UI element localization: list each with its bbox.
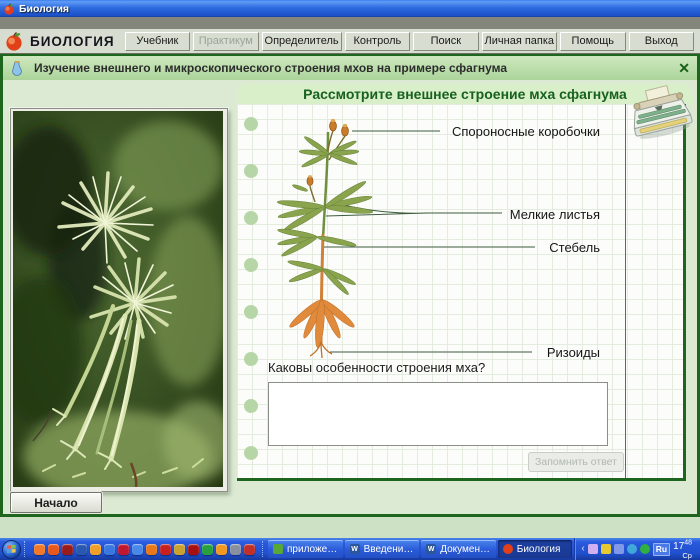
word-icon: W	[350, 544, 360, 554]
task-prilozheniya[interactable]: приложения	[268, 540, 343, 558]
lesson-header: Изучение внешнего и микроскопического ст…	[0, 54, 700, 80]
task-dokument1-word[interactable]: W Документ1 - Micro...	[421, 540, 496, 558]
quicklaunch-icon[interactable]	[90, 544, 101, 555]
menu-tabs: Учебник Практикум Определитель Контроль …	[125, 32, 694, 51]
quicklaunch-opera-icon[interactable]	[62, 544, 73, 555]
tab-poisk[interactable]: Поиск	[413, 32, 478, 51]
task-vvedenie-word[interactable]: W Введение - Micro...	[345, 540, 420, 558]
notebook-page: Спороносные коробочки Мелкие листья Стеб…	[237, 104, 686, 481]
language-indicator[interactable]: Ru	[653, 543, 670, 556]
diagram-label-capsules: Спороносные коробочки	[442, 124, 600, 139]
quicklaunch-ie-icon[interactable]	[104, 544, 115, 555]
tab-kontrol[interactable]: Контроль	[345, 32, 410, 51]
tab-pomosch[interactable]: Помощь	[560, 32, 625, 51]
apple-icon	[503, 544, 513, 554]
quicklaunch-icon[interactable]	[146, 544, 157, 555]
task-label: Биология	[517, 544, 561, 555]
quicklaunch-icon[interactable]	[202, 544, 213, 555]
screen: Биология БИОЛОГИЯ Учебник Практикум Опре…	[0, 0, 700, 560]
quicklaunch-icon[interactable]	[34, 544, 45, 555]
answer-input[interactable]	[268, 382, 608, 446]
task-biologiya[interactable]: Биология	[498, 540, 573, 558]
system-tray: ‹ Ru 1748 Ср	[574, 538, 698, 560]
moss-photo-frame	[10, 108, 228, 492]
diagram-label-leaves: Мелкие листья	[459, 207, 600, 222]
quicklaunch-icon[interactable]	[216, 544, 227, 555]
quicklaunch-icon[interactable]	[132, 544, 143, 555]
lesson-icon	[10, 60, 24, 76]
clock-day: Ср	[673, 551, 692, 560]
tab-lichnaya-papka[interactable]: Личная папка	[482, 32, 558, 51]
quicklaunch-firefox-icon[interactable]	[48, 544, 59, 555]
taskbar: приложения W Введение - Micro... W Докум…	[0, 538, 700, 560]
task-title: Рассмотрите внешнее строение мха сфагнум…	[237, 84, 693, 105]
task-title-band: Рассмотрите внешнее строение мха сфагнум…	[237, 84, 693, 105]
close-icon[interactable]: ✕	[678, 61, 690, 75]
tray-icon[interactable]	[640, 544, 650, 554]
tray-icon[interactable]	[614, 544, 624, 554]
tray-icon[interactable]	[588, 544, 598, 554]
apple-icon	[3, 3, 15, 15]
quicklaunch-avira-icon[interactable]	[188, 544, 199, 555]
tray-icon[interactable]	[601, 544, 611, 554]
window-gap-strip	[0, 17, 700, 29]
tab-vyhod[interactable]: Выход	[629, 32, 694, 51]
quicklaunch-icon[interactable]	[230, 544, 241, 555]
question-text: Каковы особенности строения мха?	[268, 360, 485, 375]
moss-photo	[13, 111, 223, 487]
clock[interactable]: 1748 Ср	[673, 538, 694, 559]
taskbar-divider	[24, 541, 27, 557]
tab-praktikum: Практикум	[193, 32, 258, 51]
window-titlebar[interactable]: Биология	[0, 0, 700, 17]
word-icon: W	[426, 544, 436, 554]
task-label: Введение - Micro...	[364, 544, 415, 555]
tab-opredelitel[interactable]: Определитель	[262, 32, 342, 51]
quicklaunch-icon[interactable]	[118, 544, 129, 555]
app-menubar: БИОЛОГИЯ Учебник Практикум Определитель …	[0, 29, 700, 54]
window-title: Биология	[19, 3, 69, 15]
windows-flag-icon	[7, 545, 16, 554]
task-label: приложения	[287, 544, 338, 555]
apple-logo-icon	[4, 31, 24, 52]
task-label: Документ1 - Micro...	[440, 544, 491, 555]
tab-uchebnik[interactable]: Учебник	[125, 32, 190, 51]
typewriter-icon	[626, 84, 694, 140]
quicklaunch-icon[interactable]	[76, 544, 87, 555]
quicklaunch-icon[interactable]	[244, 544, 255, 555]
taskbar-divider	[262, 541, 265, 557]
tray-icon[interactable]	[627, 544, 637, 554]
quicklaunch-adobe-icon[interactable]	[160, 544, 171, 555]
desktop-strip	[0, 517, 700, 538]
save-answer-button[interactable]: Запомнить ответ	[528, 452, 624, 472]
quick-launch	[30, 544, 259, 555]
start-button-orb[interactable]	[2, 540, 21, 559]
diagram-label-rhizoids: Ризоиды	[459, 345, 600, 360]
quicklaunch-icon[interactable]	[174, 544, 185, 555]
start-button[interactable]: Начало	[10, 492, 102, 513]
clock-minute: 48	[684, 539, 692, 546]
diagram-label-stem: Стебель	[459, 240, 600, 255]
app-icon	[273, 544, 283, 554]
tray-expand-icon[interactable]: ‹	[581, 544, 584, 554]
app-brand: БИОЛОГИЯ	[30, 34, 115, 49]
lesson-title: Изучение внешнего и микроскопического ст…	[34, 61, 668, 75]
